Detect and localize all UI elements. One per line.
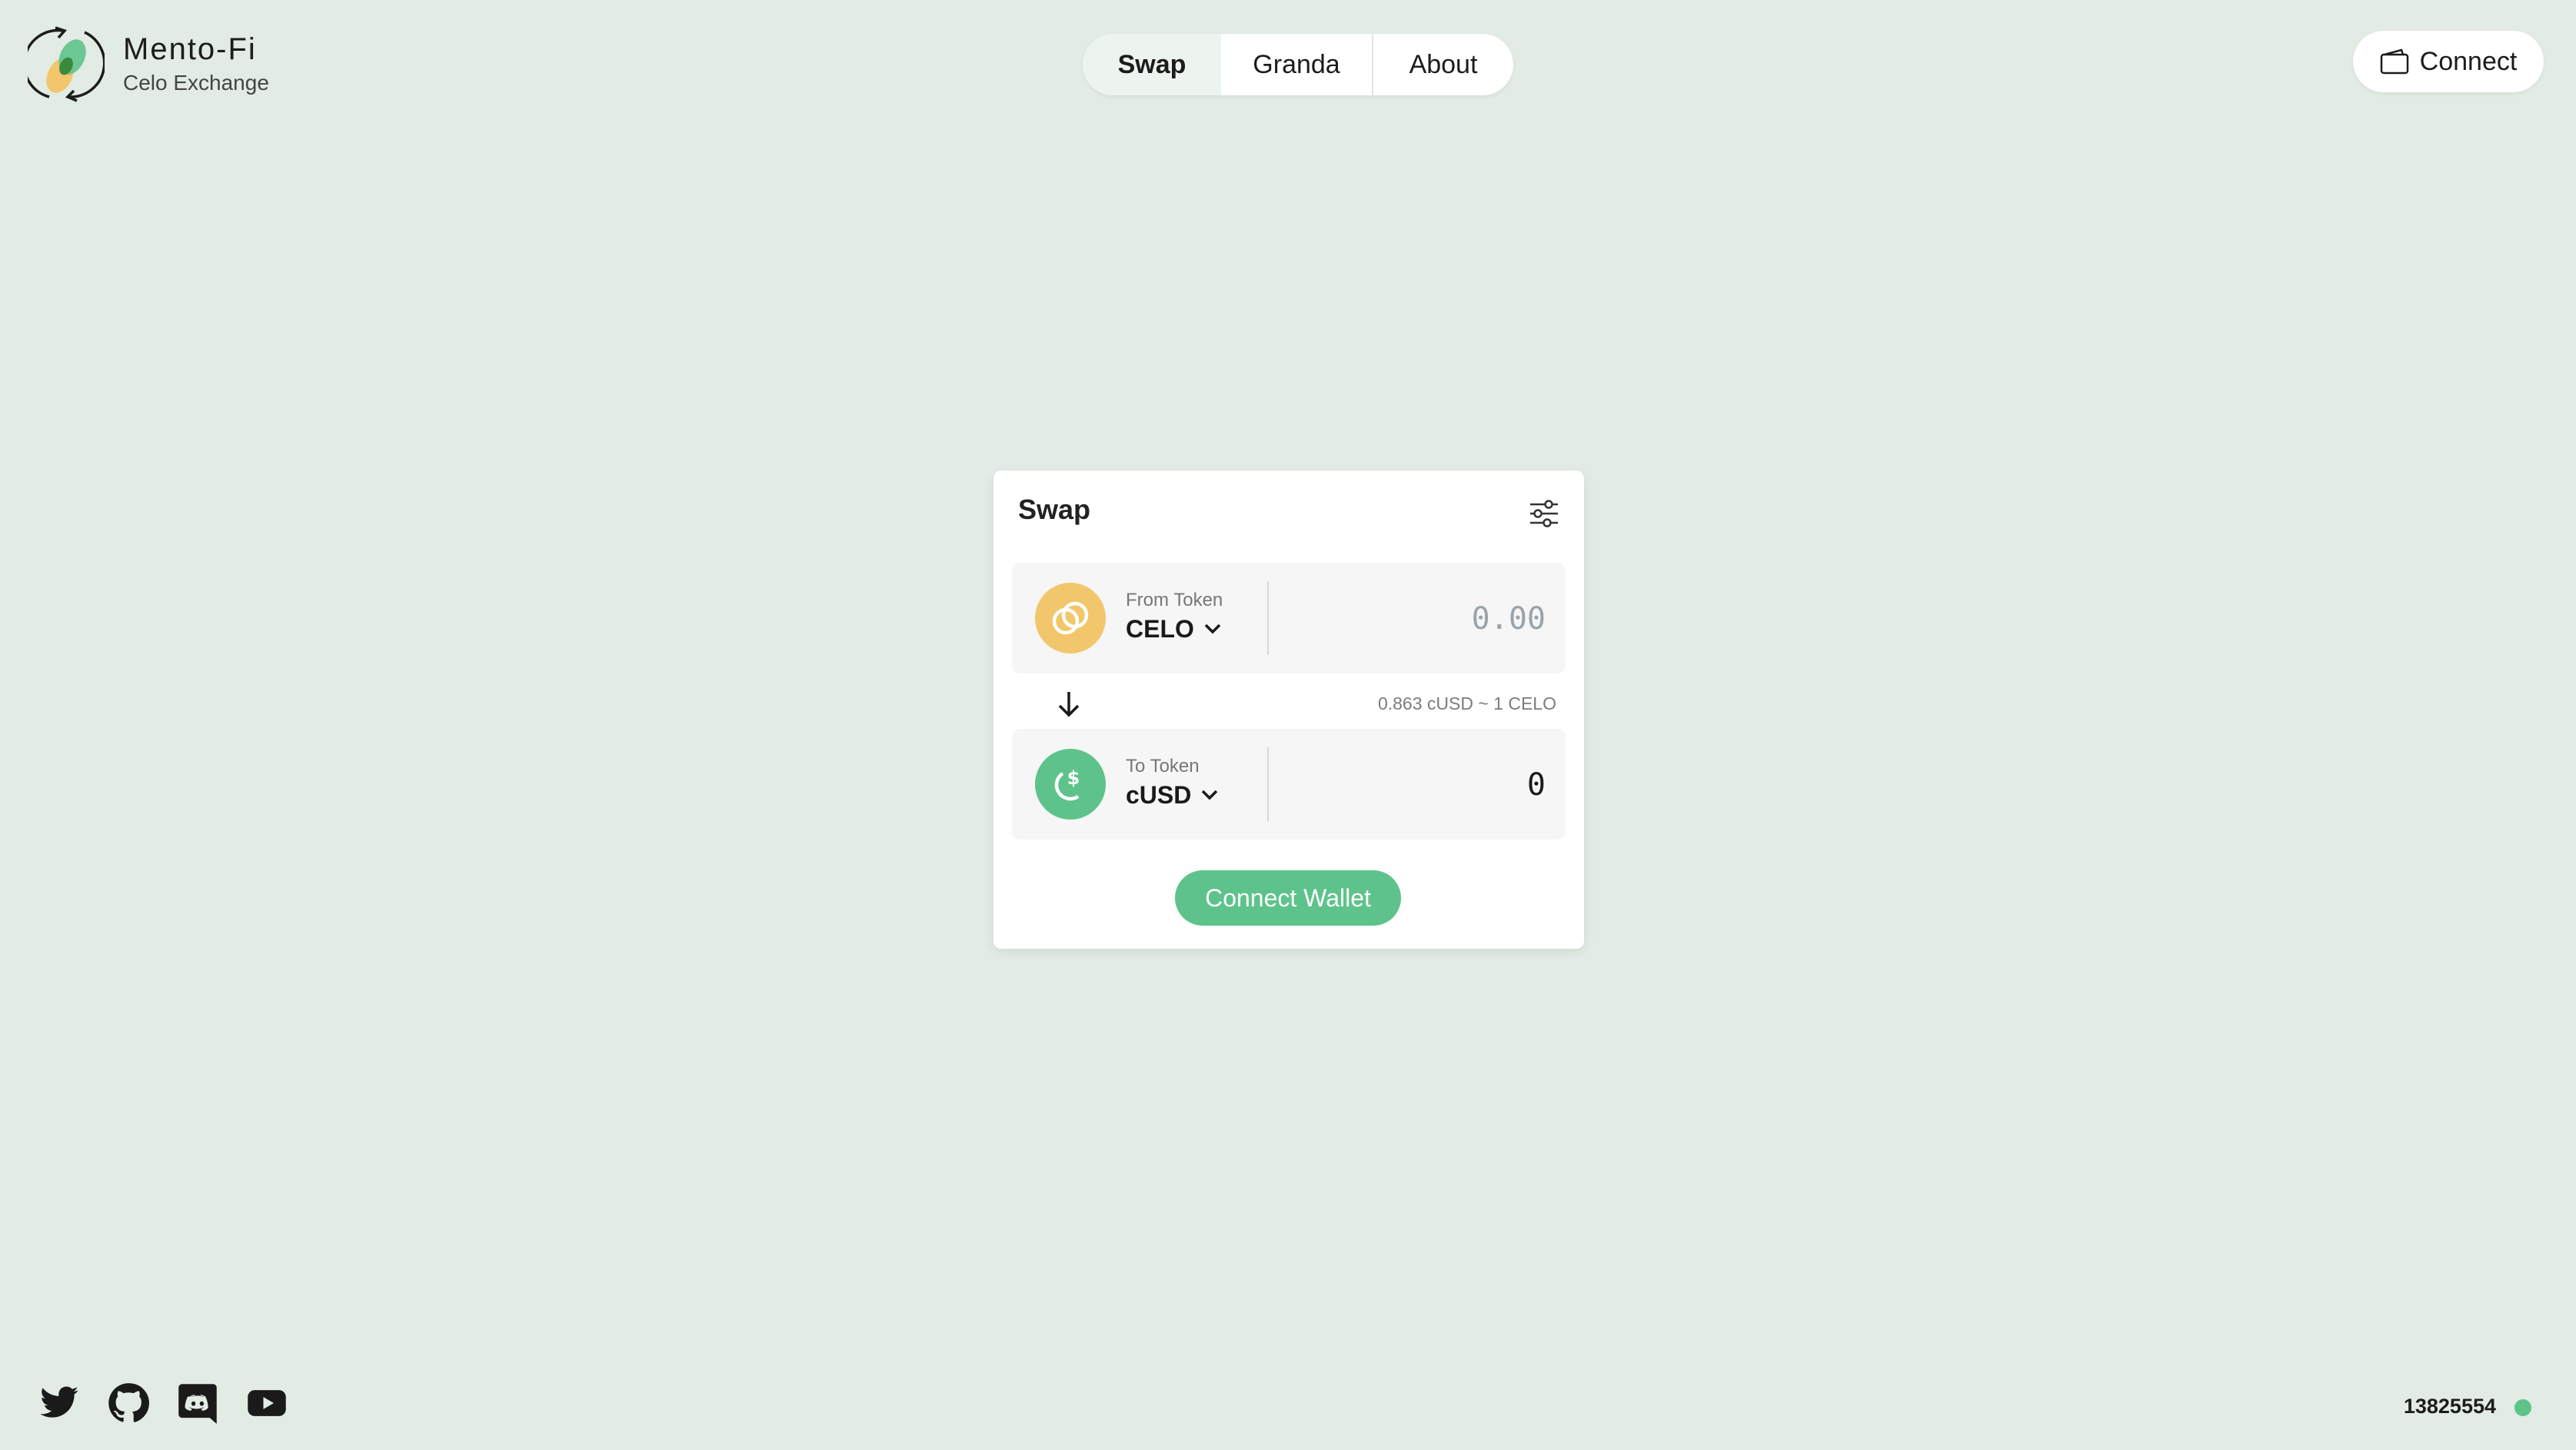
- swap-title: Swap: [1018, 494, 1091, 525]
- to-token-name: cUSD: [1126, 778, 1219, 812]
- connect-wallet-button[interactable]: Connect Wallet: [1175, 870, 1401, 926]
- to-token-row: $ To Token cUSD: [1012, 729, 1566, 840]
- exchange-rate: 0.863 cUSD ~ 1 CELO: [1377, 693, 1556, 713]
- tab-about[interactable]: About: [1373, 34, 1513, 95]
- github-icon[interactable]: [108, 1382, 149, 1424]
- social-links: [38, 1382, 315, 1424]
- brand-subtitle: Celo Exchange: [123, 71, 269, 95]
- arrow-down-icon[interactable]: [1052, 687, 1086, 721]
- to-divider: [1267, 747, 1269, 821]
- connect-button[interactable]: Connect: [2353, 31, 2544, 92]
- svg-text:$: $: [1067, 767, 1080, 789]
- block-number: 13825554: [2403, 1395, 2496, 1418]
- to-token-select[interactable]: To Token cUSD: [1126, 755, 1219, 812]
- celo-token-icon: [1035, 583, 1106, 653]
- chevron-down-icon: [1202, 790, 1218, 800]
- swap-card: Swap From Token CELO 0.00 0.863 cUSD ~ 1…: [993, 471, 1584, 949]
- chevron-down-icon: [1204, 624, 1221, 634]
- cusd-token-icon: $: [1035, 749, 1106, 820]
- main-nav: Swap Granda About: [1083, 34, 1513, 95]
- from-token-name: CELO: [1126, 612, 1223, 646]
- brand-name: Mento-Fi: [123, 32, 257, 66]
- tab-swap[interactable]: Swap: [1083, 34, 1221, 95]
- tab-granda[interactable]: Granda: [1221, 34, 1373, 95]
- sliders-icon[interactable]: [1529, 498, 1559, 529]
- from-divider: [1267, 581, 1269, 655]
- to-token-symbol: cUSD: [1126, 781, 1192, 809]
- mento-logo-icon: [28, 26, 105, 102]
- twitter-icon[interactable]: [38, 1382, 80, 1424]
- youtube-icon[interactable]: [246, 1382, 288, 1424]
- from-token-caption: From Token: [1126, 590, 1223, 610]
- to-token-caption: To Token: [1126, 756, 1200, 777]
- wallet-icon: [2380, 48, 2408, 75]
- connect-label: Connect: [2419, 46, 2518, 76]
- from-token-symbol: CELO: [1126, 615, 1194, 643]
- from-amount-input[interactable]: [1290, 594, 1547, 644]
- to-amount-output: [1290, 760, 1547, 810]
- from-token-select[interactable]: From Token CELO: [1126, 589, 1223, 646]
- brand[interactable]: Mento-Fi Celo Exchange: [28, 23, 269, 105]
- status-indicator: [2514, 1399, 2531, 1416]
- discord-icon[interactable]: [177, 1382, 218, 1424]
- from-token-row: From Token CELO: [1012, 563, 1566, 673]
